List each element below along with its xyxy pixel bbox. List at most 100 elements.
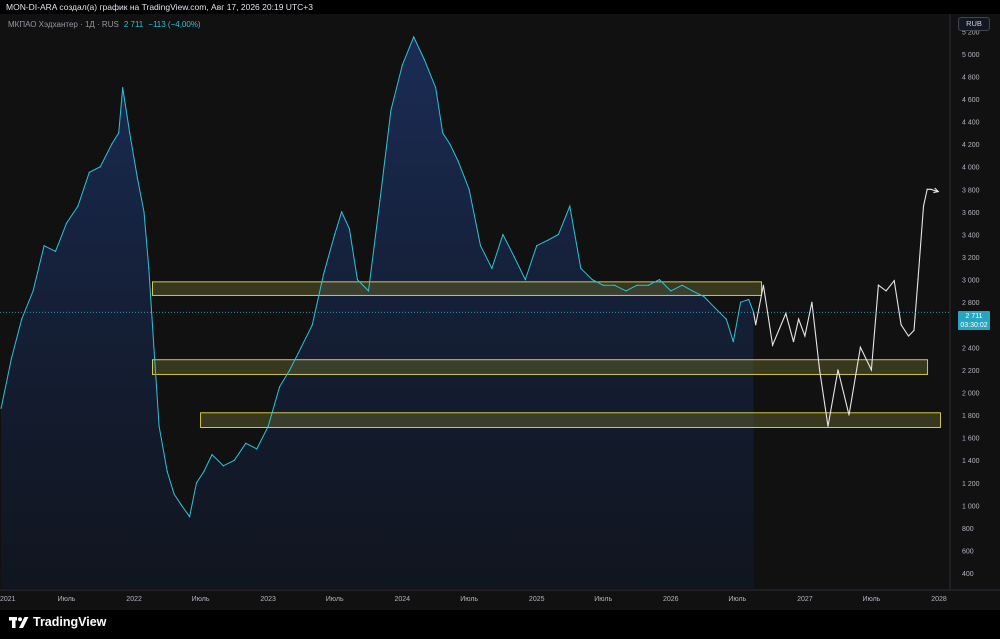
price-point (32, 290, 34, 292)
y-tick-label: 4 400 (962, 120, 980, 127)
symbol-legend[interactable]: МКПАО Хэдхантер · 1Д · RUS 2 711 −113 (−4,… (8, 20, 201, 29)
projection-point (859, 346, 861, 348)
last-price-tag: 2 711 03:30:02 (958, 311, 990, 330)
price-point (153, 346, 155, 348)
x-tick-label: 2026 (663, 596, 679, 603)
price-point (435, 87, 437, 89)
projection-point (848, 414, 850, 416)
price-point (748, 298, 750, 301)
projection-point (792, 341, 795, 343)
y-tick-label: 4 600 (962, 97, 980, 104)
price-point (148, 267, 150, 269)
y-tick-label: 800 (962, 526, 974, 533)
price-point (341, 211, 343, 213)
x-tick-label: Июль (192, 596, 210, 603)
price-tag-value: 2 711 (965, 313, 983, 320)
y-tick-label: 3 600 (962, 210, 980, 217)
y-tick-label: 1 200 (962, 481, 980, 488)
x-tick-label: 2027 (797, 596, 813, 603)
price-point (278, 386, 281, 388)
price-point (413, 36, 415, 38)
price-point (613, 284, 616, 286)
price-point (379, 199, 381, 202)
price-point (65, 222, 68, 224)
projection-point (804, 335, 806, 337)
x-tick-label: Июль (862, 596, 880, 603)
price-zone-rect (152, 359, 929, 375)
price-point (203, 470, 205, 473)
price-point (732, 341, 734, 343)
price-point (468, 188, 470, 190)
y-tick-label: 1 000 (962, 503, 980, 510)
price-point (129, 132, 131, 134)
price-point (479, 245, 482, 247)
projection-point (922, 205, 925, 207)
projection-point (893, 280, 895, 282)
tradingview-logo[interactable]: TradingView (9, 615, 106, 629)
price-point (267, 425, 269, 427)
price-point (658, 279, 661, 281)
price-point (580, 267, 582, 269)
price-point (323, 273, 325, 275)
y-tick-label: 4 000 (962, 165, 980, 172)
y-tick-label: 2 800 (962, 300, 980, 307)
price-point (118, 132, 120, 134)
y-tick-label: 1 400 (962, 458, 980, 465)
price-point (602, 284, 604, 286)
price-point (211, 453, 213, 456)
price-chart[interactable]: 400 600 800 1 000 1 200 1 400 1 600 1 800 2 000 2… (0, 0, 1000, 610)
x-tick-label: 2022 (126, 596, 142, 603)
price-point (21, 318, 23, 320)
price-point (390, 109, 392, 111)
projection-point (785, 312, 787, 315)
x-tick-label: Июль (326, 596, 344, 603)
y-tick-label: 2 400 (962, 345, 980, 352)
x-tick-label: Июль (460, 596, 478, 603)
projection-point (900, 324, 902, 326)
price-point (681, 284, 683, 286)
price-point (180, 504, 183, 506)
projection-point (755, 324, 757, 326)
x-tick-label: 2025 (529, 596, 545, 603)
x-tick-label: 2021 (0, 596, 16, 603)
price-point (43, 245, 45, 247)
price-point (0, 407, 2, 409)
price-point (173, 493, 175, 495)
price-point (289, 369, 291, 371)
y-tick-label: 3 200 (962, 255, 980, 262)
currency-button[interactable]: RUB (958, 17, 990, 31)
price-point (625, 290, 627, 292)
projection-point (762, 284, 764, 286)
price-point (491, 267, 493, 269)
price-point (356, 279, 359, 281)
price-point (547, 239, 549, 241)
y-tick-label: 400 (962, 571, 974, 578)
tradingview-brand: TradingView (33, 615, 107, 629)
price-point (703, 295, 705, 298)
price-point (569, 205, 571, 207)
price-point (222, 465, 224, 467)
x-tick-label: Июль (728, 596, 746, 603)
price-point (143, 211, 145, 213)
last-price-value: 2 711 (123, 20, 144, 29)
projection-point (877, 284, 879, 286)
price-point (423, 58, 425, 61)
y-tick-label: 4 800 (962, 74, 980, 81)
price-point (449, 143, 451, 145)
projection-point (837, 369, 839, 371)
price-point (245, 442, 247, 444)
y-tick-label: 1 600 (962, 436, 980, 443)
price-point (77, 205, 79, 207)
projection-point (907, 335, 910, 337)
price-point (111, 143, 113, 145)
projection-point (811, 301, 813, 303)
price-point (136, 177, 138, 179)
x-tick-label: Июль (58, 596, 76, 603)
projection-point (885, 290, 887, 292)
price-point (670, 290, 672, 292)
price-point (166, 470, 168, 473)
price-point (99, 166, 101, 168)
projection-point (926, 188, 928, 190)
y-tick-label: 3 400 (962, 232, 980, 239)
price-point (524, 279, 526, 281)
